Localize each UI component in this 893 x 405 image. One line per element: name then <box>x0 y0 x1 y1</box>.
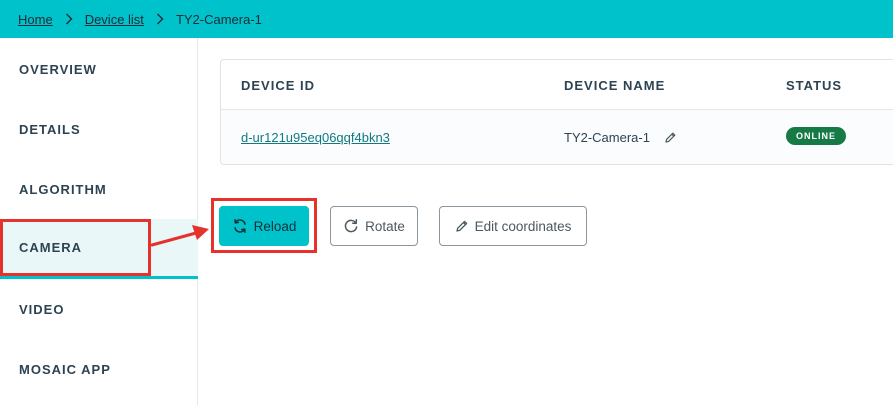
device-table: DEVICE ID DEVICE NAME STATUS d-ur121u95e… <box>220 59 893 165</box>
column-header-status: STATUS <box>786 78 843 93</box>
breadcrumb-home-link[interactable]: Home <box>18 12 53 27</box>
sidebar-item-algorithm[interactable]: ALGORITHM <box>0 159 198 219</box>
chevron-right-icon <box>65 13 73 25</box>
rotate-button-label: Rotate <box>365 218 405 234</box>
reload-button[interactable]: Reload <box>219 206 309 246</box>
device-id-link[interactable]: d-ur121u95eq06qqf4bkn3 <box>241 130 390 145</box>
sidebar: OVERVIEW DETAILS ALGORITHM CAMERA VIDEO … <box>0 38 198 405</box>
table-header: DEVICE ID DEVICE NAME STATUS <box>221 60 893 110</box>
sidebar-item-camera[interactable]: CAMERA <box>0 219 198 279</box>
status-badge: ONLINE <box>786 127 846 145</box>
table-row: d-ur121u95eq06qqf4bkn3 TY2-Camera-1 ONLI… <box>221 110 893 164</box>
pencil-icon[interactable] <box>664 131 677 149</box>
sidebar-item-mosaic-app[interactable]: MOSAIC APP <box>0 339 198 399</box>
chevron-right-icon <box>156 13 164 25</box>
sidebar-item-details[interactable]: DETAILS <box>0 99 198 159</box>
sidebar-item-video[interactable]: VIDEO <box>0 279 198 339</box>
edit-coordinates-button-label: Edit coordinates <box>474 218 572 234</box>
refresh-icon <box>232 218 248 234</box>
breadcrumb: Home Device list TY2-Camera-1 <box>0 0 893 38</box>
reload-button-label: Reload <box>253 218 297 234</box>
device-name-value: TY2-Camera-1 <box>564 130 650 145</box>
rotate-button[interactable]: Rotate <box>330 206 418 246</box>
pencil-icon <box>455 219 469 233</box>
sidebar-item-overview[interactable]: OVERVIEW <box>0 39 198 99</box>
edit-coordinates-button[interactable]: Edit coordinates <box>439 206 587 246</box>
breadcrumb-device-list-link[interactable]: Device list <box>85 12 144 27</box>
breadcrumb-current: TY2-Camera-1 <box>175 11 262 27</box>
column-header-device-name: DEVICE NAME <box>564 78 666 93</box>
column-header-device-id: DEVICE ID <box>241 78 316 93</box>
rotate-icon <box>343 218 359 234</box>
